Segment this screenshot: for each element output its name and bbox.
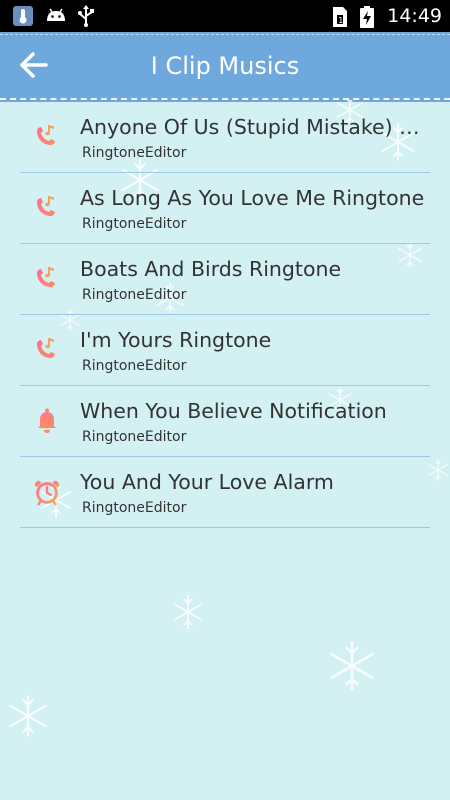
app-bar: I Clip Musics bbox=[0, 32, 450, 102]
list-item[interactable]: When You Believe Notification RingtoneEd… bbox=[20, 386, 430, 457]
page-title: I Clip Musics bbox=[150, 52, 300, 80]
list-item[interactable]: As Long As You Love Me Ringtone Ringtone… bbox=[20, 173, 430, 244]
list-item[interactable]: I'm Yours Ringtone RingtoneEditor bbox=[20, 315, 430, 386]
item-subtitle: RingtoneEditor bbox=[82, 429, 187, 445]
phone-music-icon bbox=[32, 335, 62, 365]
list-item[interactable]: Boats And Birds Ringtone RingtoneEditor bbox=[20, 244, 430, 315]
usb-icon bbox=[76, 5, 98, 27]
list-item[interactable]: Anyone Of Us (Stupid Mistake) Ringtone R… bbox=[20, 102, 430, 173]
item-title: Boats And Birds Ringtone bbox=[80, 257, 342, 281]
status-bar: 1 14:49 bbox=[0, 0, 450, 32]
item-subtitle: RingtoneEditor bbox=[82, 216, 187, 232]
alarm-clock-icon bbox=[32, 477, 62, 507]
svg-text:1: 1 bbox=[339, 16, 344, 25]
item-subtitle: RingtoneEditor bbox=[82, 358, 187, 374]
ringtone-list: Anyone Of Us (Stupid Mistake) Ringtone R… bbox=[20, 102, 430, 528]
app-bar-top-border bbox=[0, 34, 450, 35]
thermometer-icon bbox=[12, 5, 34, 27]
item-subtitle: RingtoneEditor bbox=[82, 500, 187, 516]
bell-icon bbox=[32, 406, 62, 436]
item-subtitle: RingtoneEditor bbox=[82, 287, 187, 303]
android-icon bbox=[44, 5, 66, 27]
app-bar-bottom-border bbox=[0, 98, 450, 100]
item-title: I'm Yours Ringtone bbox=[80, 328, 272, 352]
status-bar-right: 1 14:49 bbox=[331, 3, 442, 29]
item-title: You And Your Love Alarm bbox=[80, 470, 334, 494]
battery-charging-icon bbox=[359, 5, 381, 28]
phone-music-icon bbox=[32, 264, 62, 294]
list-item[interactable]: You And Your Love Alarm RingtoneEditor bbox=[20, 457, 430, 528]
phone-music-icon bbox=[32, 193, 62, 223]
phone-music-icon bbox=[32, 122, 62, 152]
item-title: As Long As You Love Me Ringtone bbox=[80, 186, 425, 210]
item-subtitle: RingtoneEditor bbox=[82, 145, 187, 161]
item-title: When You Believe Notification bbox=[80, 399, 387, 423]
sim-card-icon: 1 bbox=[331, 5, 353, 27]
item-title: Anyone Of Us (Stupid Mistake) Ringtone bbox=[80, 115, 430, 139]
status-bar-left bbox=[12, 5, 98, 27]
status-time: 14:49 bbox=[387, 5, 442, 27]
